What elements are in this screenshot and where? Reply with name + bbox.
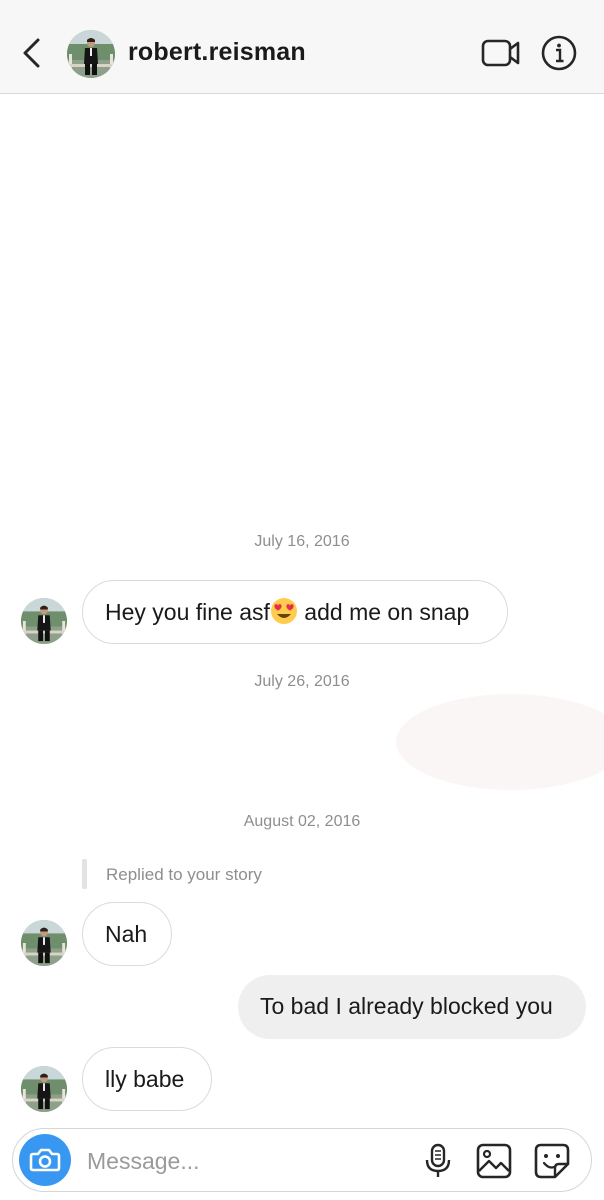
camera-button[interactable] bbox=[19, 1134, 71, 1186]
avatar[interactable] bbox=[21, 920, 67, 966]
microphone-icon bbox=[425, 1143, 451, 1177]
incoming-message[interactable]: Hey you fine asf add me on snap bbox=[82, 580, 508, 644]
avatar[interactable] bbox=[21, 1066, 67, 1112]
voice-message-button[interactable] bbox=[421, 1143, 455, 1179]
camera-icon bbox=[29, 1148, 61, 1172]
date-separator: July 16, 2016 bbox=[254, 533, 350, 550]
avatar[interactable] bbox=[21, 598, 67, 644]
info-button[interactable] bbox=[540, 34, 578, 72]
message-input[interactable] bbox=[87, 1141, 407, 1181]
message-text-suffix: add me on snap bbox=[297, 599, 470, 625]
chevron-left-icon bbox=[23, 38, 40, 68]
sticker-icon bbox=[534, 1143, 570, 1179]
reply-text: Replied to your story bbox=[106, 865, 262, 884]
message-text: Hey you fine asf bbox=[105, 599, 270, 625]
gallery-button[interactable] bbox=[475, 1142, 513, 1180]
outgoing-message[interactable]: To bad I already blocked you bbox=[238, 975, 586, 1039]
gallery-icon bbox=[476, 1143, 512, 1179]
sticker-button[interactable] bbox=[533, 1142, 571, 1180]
incoming-message[interactable]: Nah bbox=[82, 902, 172, 966]
heart-eyes-emoji bbox=[270, 597, 297, 624]
incoming-message[interactable]: lly babe bbox=[82, 1047, 212, 1111]
date-separator: August 02, 2016 bbox=[243, 813, 361, 830]
conversation-header: robert.reisman bbox=[0, 0, 604, 94]
video-call-button[interactable] bbox=[480, 36, 522, 70]
reply-bar bbox=[82, 859, 87, 889]
faded-message-bubble bbox=[396, 694, 604, 790]
avatar[interactable] bbox=[67, 30, 115, 78]
message-composer bbox=[12, 1128, 592, 1192]
info-icon bbox=[541, 35, 577, 71]
back-button[interactable] bbox=[18, 36, 46, 70]
username[interactable]: robert.reisman bbox=[128, 38, 306, 67]
video-camera-icon bbox=[481, 39, 520, 67]
date-separator: July 26, 2016 bbox=[254, 673, 350, 690]
